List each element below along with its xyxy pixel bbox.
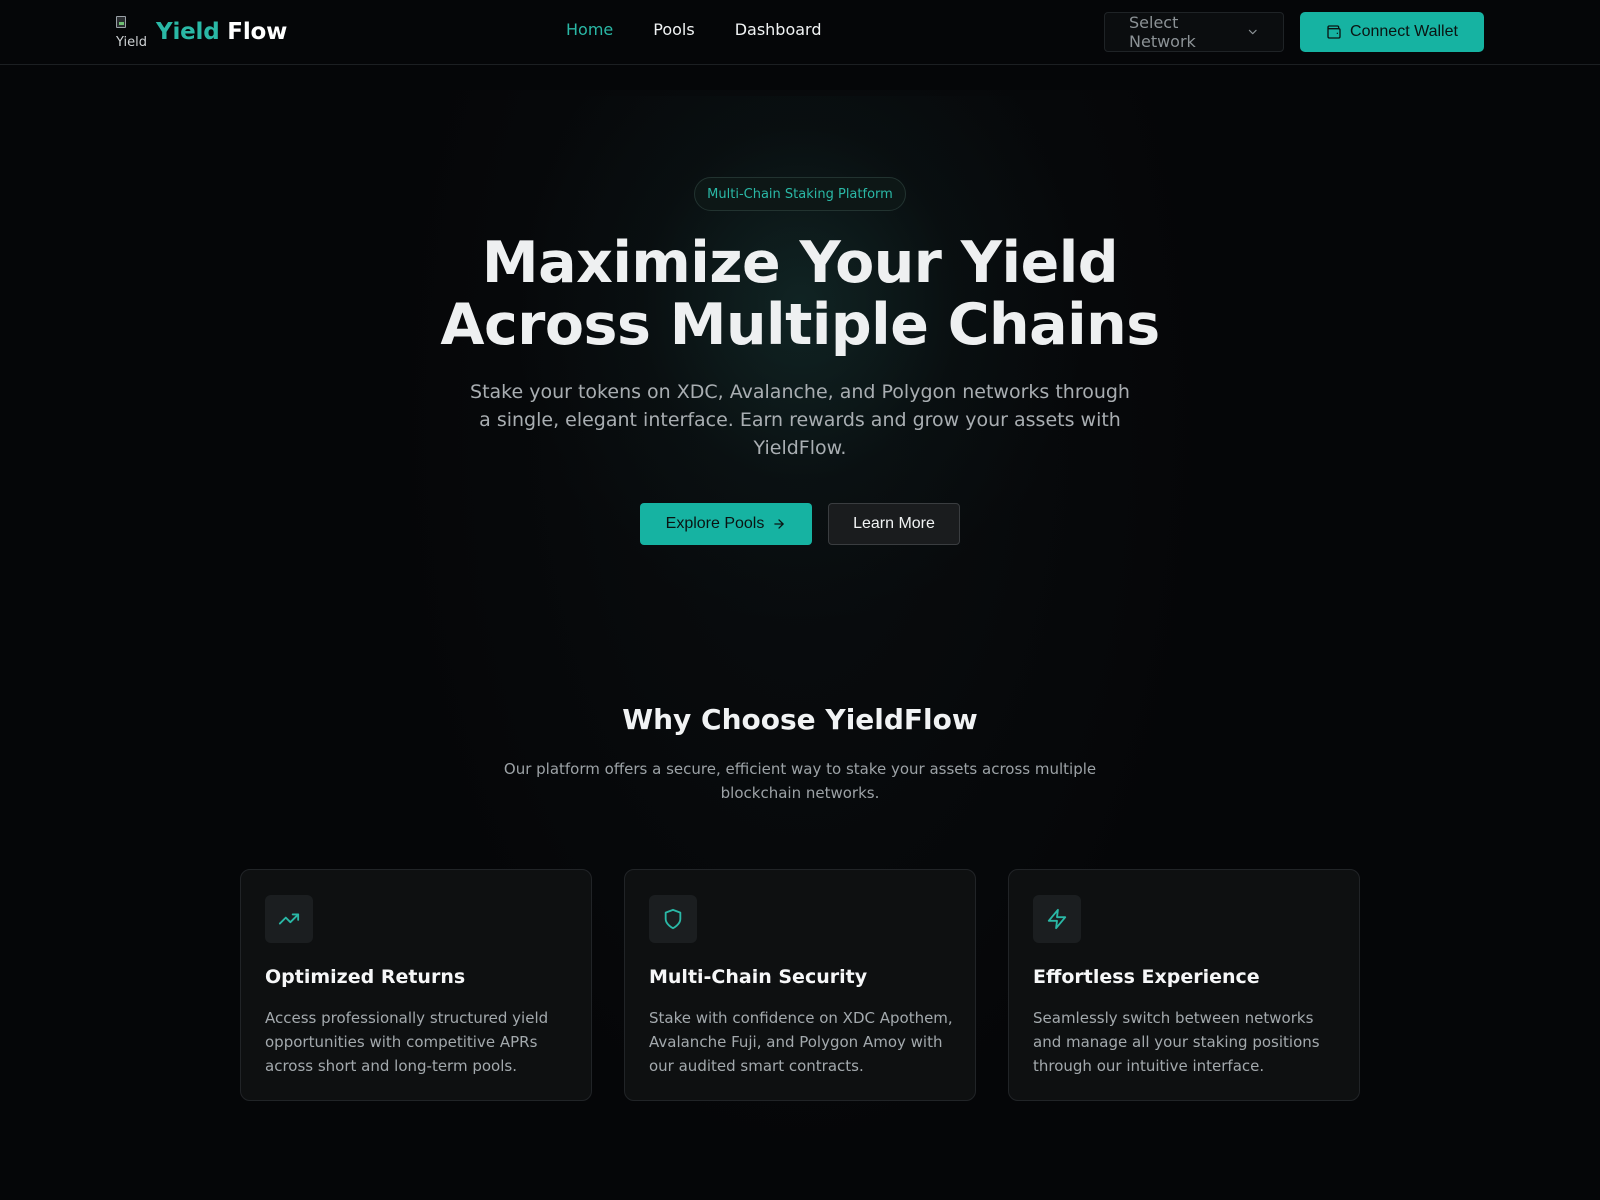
feature-icon-box	[649, 895, 697, 943]
nav-link-dashboard[interactable]: Dashboard	[735, 20, 822, 39]
lightning-icon	[1047, 908, 1067, 930]
explore-pools-label: Explore Pools	[665, 515, 765, 532]
logo-text: Yield Flow	[156, 19, 287, 45]
features-subtitle: Our platform offers a secure, efficient …	[503, 760, 1097, 802]
hero-title-line-1: Maximize Your Yield	[481, 230, 1119, 296]
feature-card-effortless-experience: Effortless Experience Seamlessly switch …	[1008, 869, 1360, 1101]
hero-subtitle: Stake your tokens on XDC, Avalanche, and…	[470, 381, 1130, 459]
logo-alt-text: Yield	[116, 35, 147, 48]
feature-card-description: Seamlessly switch between networks and m…	[1033, 1009, 1320, 1075]
nav-link-pools[interactable]: Pools	[653, 20, 694, 39]
feature-icon-box	[1033, 895, 1081, 943]
feature-card-description: Stake with confidence on XDC Apothem, Av…	[649, 1009, 953, 1075]
hero-title-line-2: Across Multiple Chains	[440, 292, 1160, 358]
wallet-icon	[1327, 25, 1341, 39]
explore-pools-button[interactable]: Explore Pools	[640, 503, 812, 545]
feature-card-multi-chain-security: Multi-Chain Security Stake with confiden…	[624, 869, 976, 1101]
features-title: Why Choose YieldFlow	[622, 703, 978, 736]
chevron-down-icon	[1248, 29, 1257, 35]
trending-up-icon	[278, 913, 300, 925]
hero-title: Maximize Your Yield Across Multiple Chai…	[400, 232, 1200, 356]
hero-badge: Multi-Chain Staking Platform	[694, 177, 906, 211]
feature-card-optimized-returns: Optimized Returns Access professionally …	[240, 869, 592, 1101]
navbar: Yield Yield Flow Home Pools Dashboard Se…	[0, 0, 1600, 65]
connect-wallet-button[interactable]: Connect Wallet	[1300, 12, 1484, 52]
feature-card-title: Optimized Returns	[265, 966, 466, 988]
feature-card-title: Multi-Chain Security	[649, 966, 868, 988]
logo-text-accent: Yield	[156, 19, 220, 45]
broken-image-icon	[116, 16, 126, 28]
shield-icon	[664, 908, 682, 930]
feature-card-description: Access professionally structured yield o…	[265, 1009, 549, 1075]
network-select-placeholder: Select Network	[1129, 13, 1196, 51]
arrow-right-icon	[774, 519, 785, 529]
logo-text-rest: Flow	[219, 19, 288, 45]
logo-image: Yield	[116, 16, 148, 48]
learn-more-button[interactable]: Learn More	[828, 503, 960, 545]
connect-wallet-label: Connect Wallet	[1350, 23, 1458, 40]
logo-link[interactable]: Yield Yield Flow	[116, 16, 287, 48]
network-select[interactable]: Select Network	[1104, 12, 1284, 52]
feature-card-title: Effortless Experience	[1033, 966, 1260, 988]
nav-link-home[interactable]: Home	[566, 20, 613, 39]
main-nav: Home Pools Dashboard	[566, 20, 822, 39]
feature-icon-box	[265, 895, 313, 943]
